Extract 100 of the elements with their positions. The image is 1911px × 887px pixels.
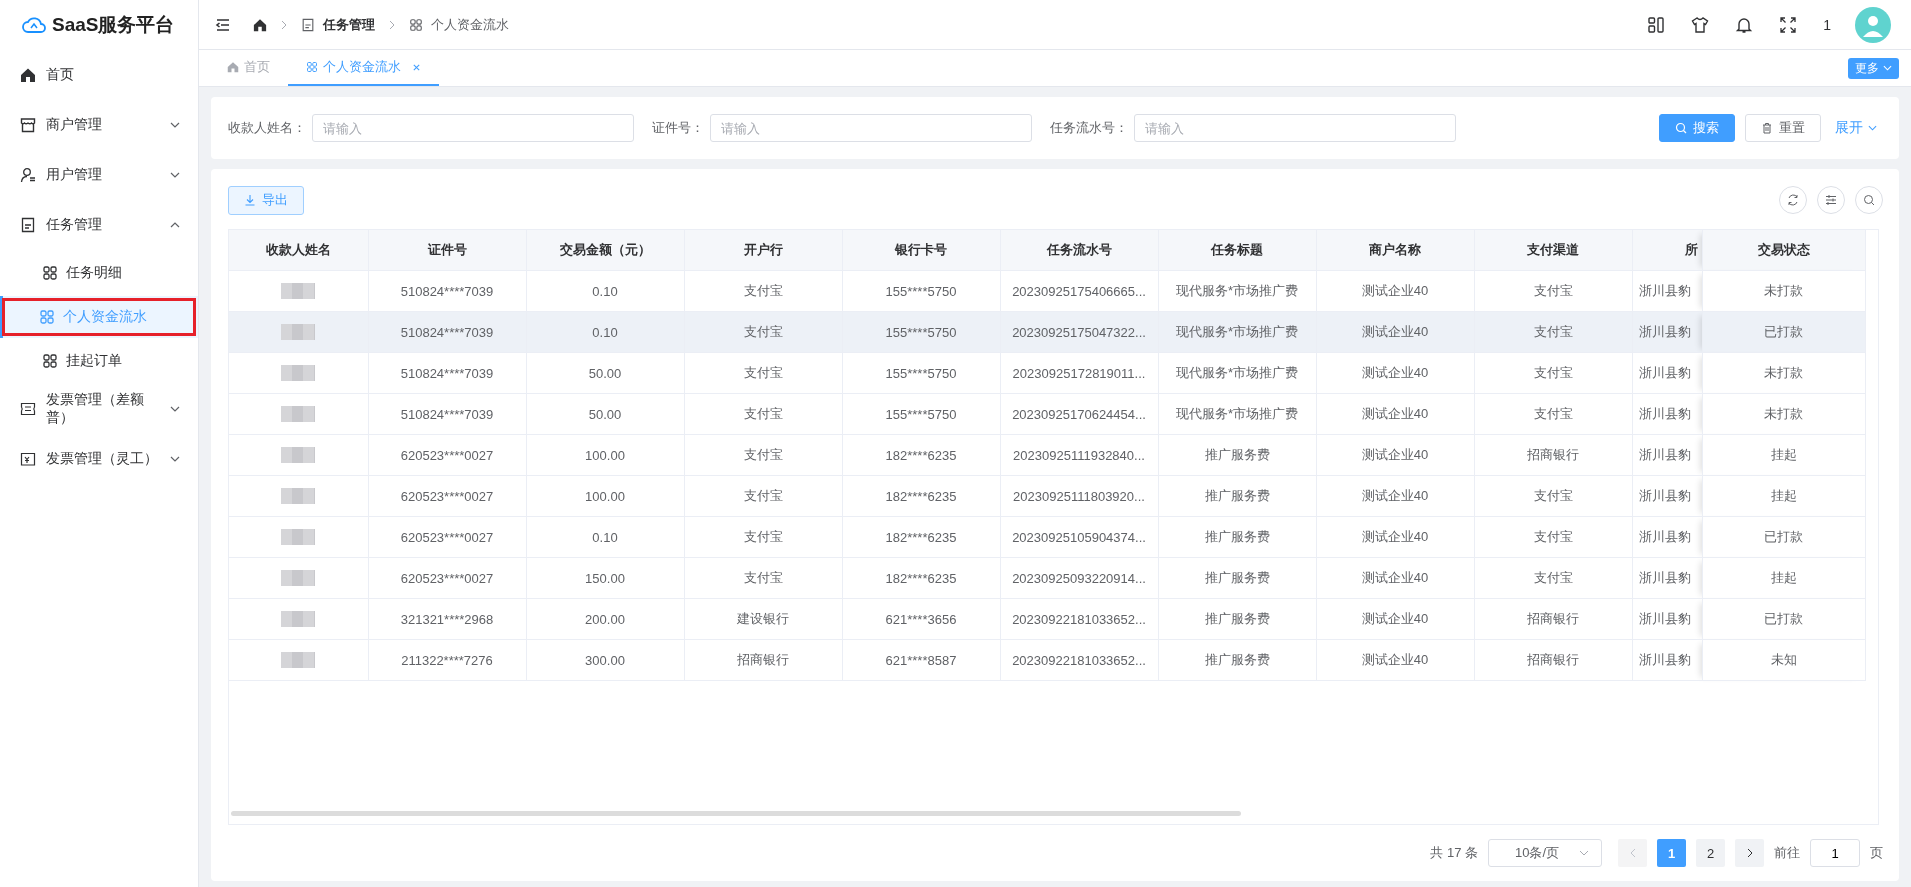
home-icon[interactable] [253,17,267,32]
grid-icon [42,353,58,369]
table-cell: 推广服务费 [1204,611,1270,626]
table-row[interactable]: 620523****0027 150.00 支付宝 182****6235 20230925093220914... 推广服务费 测试企业40 支付宝 浙川县豹 挂起 [229,557,1865,599]
user-icon [20,167,36,183]
input-field[interactable]: 请输入 [312,114,634,142]
trash-icon [1761,122,1773,134]
table-cell: 浙川县豹 [1638,406,1691,421]
table-cell: 155****5750 [885,324,957,340]
table-cell: 支付宝 [743,283,783,298]
table-cell: 155****5750 [885,406,957,422]
page-number-button[interactable]: 2 [1696,839,1725,867]
blurred-name-placeholder [281,529,316,545]
bell-icon[interactable] [1735,15,1754,34]
table-cell: 测试企业40 [1361,447,1429,462]
table-cell: 测试企业40 [1361,283,1429,298]
chevron-icon [1883,65,1892,71]
column-settings-icon[interactable] [1817,186,1845,214]
shirt-icon[interactable] [1691,15,1710,34]
table-cell: 测试企业40 [1361,529,1429,544]
blurred-name-placeholder [281,488,316,504]
cloud-logo-icon [22,16,46,34]
table-cell: 浙川县豹 [1638,652,1691,667]
input-field[interactable]: 请输入 [710,114,1032,142]
chevron-right-icon [281,19,287,30]
table-row[interactable]: 620523****0027 0.10 支付宝 182****6235 20230925105904374... 推广服务费 测试企业40 支付宝 浙川县豹 已打款 [229,516,1865,558]
table-cell: 已打款 [1764,324,1803,339]
sidebar-submenu-item[interactable]: 挂起订单 [0,340,198,382]
table-cell: 挂起 [1770,447,1797,462]
table-cell: 150.00 [585,570,625,586]
table-row[interactable]: 620523****0027 100.00 支付宝 182****6235 20230925111932840... 推广服务费 测试企业40 招商银行 浙川县豹 挂起 [229,434,1865,476]
table-cell: 招商银行 [737,652,789,667]
receipt-icon [20,451,36,467]
table-cell: 支付宝 [1533,529,1573,544]
blurred-name-placeholder [281,652,316,668]
table-cell: 测试企业40 [1361,652,1429,667]
menu-fold-icon[interactable] [215,16,231,33]
page-number-field[interactable]: 1 [1810,839,1860,867]
table-cell: 推广服务费 [1204,488,1270,503]
reset-button[interactable]: 重置 [1745,114,1821,142]
input-field[interactable]: 请输入 [1134,114,1456,142]
table-cell: 招商银行 [1527,611,1579,626]
table-row[interactable]: 510824****7039 0.10 支付宝 155****5750 20230925175406665... 现代服务*市场推广费 测试企业40 支付宝 浙川县豹 未打款 [229,270,1865,312]
close-icon[interactable] [412,62,421,72]
table-cell: 浙川县豹 [1638,570,1691,585]
sidebar-menu-item[interactable]: 商户管理 [0,100,198,150]
document-icon [20,217,36,233]
table-cell: 20230925172819011... [1012,365,1146,381]
sidebar-menu-item[interactable]: 首页 [0,50,198,100]
table-cell: 未打款 [1764,365,1803,380]
app-logo-title: SaaS服务平台 [52,13,175,37]
table-cell: 621****8587 [885,652,957,668]
table-cell: 621****3656 [885,611,957,627]
table-row[interactable]: 510824****7039 50.00 支付宝 155****5750 20230925170624454... 现代服务*市场推广费 测试企业40 支付宝 浙川县豹 未打款 [229,393,1865,435]
table-cell: 浙川县豹 [1638,611,1691,626]
sidebar-menu-item[interactable]: 用户管理 [0,150,198,200]
table-cell: 支付宝 [1533,406,1573,421]
table-cell: 20230925175406665... [1012,283,1146,299]
table-cell: 支付宝 [743,529,783,544]
table-cell: 182****6235 [885,570,957,586]
breadcrumb-item[interactable]: 任务管理 [323,15,375,34]
table-cell: 测试企业40 [1361,406,1429,421]
sidebar-menu-item[interactable]: 任务管理 [0,200,198,250]
table-row[interactable]: 321321****2968 200.00 建设银行 621****3656 20230922181033652... 推广服务费 测试企业40 招商银行 浙川县豹 已打款 [229,598,1865,640]
search-icon[interactable] [1855,186,1883,214]
table-cell: 20230925175047322... [1012,324,1146,340]
table-cell: 20230925105904374... [1012,529,1146,545]
table-row[interactable]: 510824****7039 50.00 支付宝 155****5750 20230925172819011... 现代服务*市场推广费 测试企业40 支付宝 浙川县豹 未打款 [229,352,1865,394]
blurred-name-placeholder [281,611,316,627]
table-row[interactable]: 211322****7276 300.00 招商银行 621****8587 20230922181033652... 推广服务费 测试企业40 招商银行 浙川县豹 未知 [229,639,1865,681]
page-unit-label: 页 [1870,844,1883,862]
refresh-icon[interactable] [1779,186,1807,214]
chevron-icon [1579,850,1589,856]
table-row[interactable]: 510824****7039 0.10 支付宝 155****5750 20230925175047322... 现代服务*市场推广费 测试企业40 支付宝 浙川县豹 已打款 [229,311,1865,353]
breadcrumb-item: 个人资金流水 [431,15,509,34]
home-icon [227,61,239,73]
table-cell: 182****6235 [885,447,957,463]
table-cell: 浙川县豹 [1638,529,1691,544]
scrollbar-thumb[interactable] [231,811,1241,816]
table-cell: 0.10 [592,283,618,299]
table-cell: 支付宝 [1533,365,1573,380]
table-cell: 100.00 [585,488,625,504]
goto-label: 前往 [1774,844,1800,862]
layout-icon[interactable] [1647,15,1666,34]
sidebar-menu-item[interactable]: 发票管理（差额普） [0,384,198,434]
table-cell: 620523****0027 [400,488,494,504]
table-cell: 510824****7039 [400,283,494,299]
table-cell: 20230922181033652... [1012,652,1146,668]
column-header: 商户名称 [1369,242,1421,257]
sidebar-submenu-item[interactable]: 任务明细 [0,252,198,294]
table-row[interactable]: 620523****0027 100.00 支付宝 182****6235 20230925111803920... 推广服务费 测试企业40 支付宝 浙川县豹 挂起 [229,475,1865,517]
column-header: 所 [1684,242,1698,257]
sidebar-menu-item[interactable]: 发票管理（灵工） [0,434,198,484]
grid-icon [306,61,318,73]
chevron-icon [1868,125,1877,131]
fullscreen-icon[interactable] [1779,15,1798,34]
column-header: 银行卡号 [895,242,947,257]
page-size-select[interactable]: 10条/页 [1488,839,1602,867]
table-cell: 支付宝 [743,447,783,462]
table-cell: 510824****7039 [400,324,494,340]
